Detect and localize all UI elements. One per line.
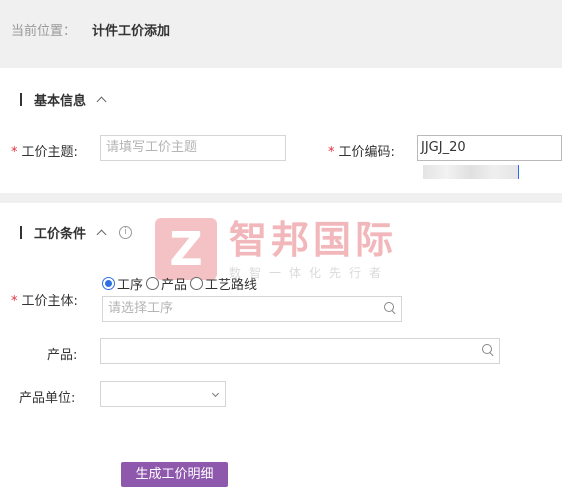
radio-route[interactable]: 工艺路线	[190, 274, 257, 293]
section-header-basic[interactable]: 基本信息	[20, 90, 107, 109]
watermark-name: 智邦国际	[229, 218, 398, 262]
subject-radio-group: 工序 产品 工艺路线	[102, 274, 260, 293]
search-icon[interactable]	[384, 302, 396, 314]
section-marker	[20, 93, 22, 106]
watermark-logo: Z	[155, 218, 217, 280]
radio-process[interactable]: 工序	[102, 274, 143, 293]
code-input[interactable]: JJGJ_20	[417, 135, 562, 179]
section-divider	[0, 193, 562, 203]
process-select-input[interactable]: 请选择工序	[102, 296, 402, 322]
page-title: 计件工价添加	[92, 24, 171, 39]
code-label: * 工价编码:	[328, 145, 395, 160]
generate-detail-button[interactable]: 生成工价明细	[121, 462, 228, 487]
text-cursor	[518, 164, 519, 179]
radio-checked-icon[interactable]	[102, 277, 115, 290]
section-title-basic: 基本信息	[34, 94, 87, 109]
product-input[interactable]	[100, 338, 500, 364]
product-label: 产品:	[47, 348, 78, 363]
subject-label: * 工价主体:	[11, 294, 78, 309]
unit-label: 产品单位:	[19, 391, 76, 406]
chevron-up-icon[interactable]	[96, 96, 107, 107]
section-marker	[20, 226, 22, 239]
topic-input[interactable]: 请填写工价主题	[100, 135, 286, 161]
section-title-condition: 工价条件	[34, 227, 87, 242]
search-icon[interactable]	[482, 344, 494, 356]
radio-product[interactable]: 产品	[146, 274, 187, 293]
chevron-down-icon[interactable]	[211, 389, 220, 398]
blurred-code-suffix	[423, 164, 518, 179]
topic-label: * 工价主题:	[11, 145, 78, 160]
unit-select[interactable]	[100, 381, 226, 407]
info-icon[interactable]: i	[119, 226, 133, 239]
breadcrumb-label: 当前位置：	[11, 24, 77, 39]
radio-unchecked-icon[interactable]	[146, 277, 160, 290]
radio-unchecked-icon[interactable]	[190, 277, 204, 290]
breadcrumb-bar: 当前位置： 计件工价添加	[0, 0, 562, 68]
section-header-condition[interactable]: 工价条件 i	[20, 223, 133, 242]
chevron-up-icon[interactable]	[96, 229, 107, 240]
